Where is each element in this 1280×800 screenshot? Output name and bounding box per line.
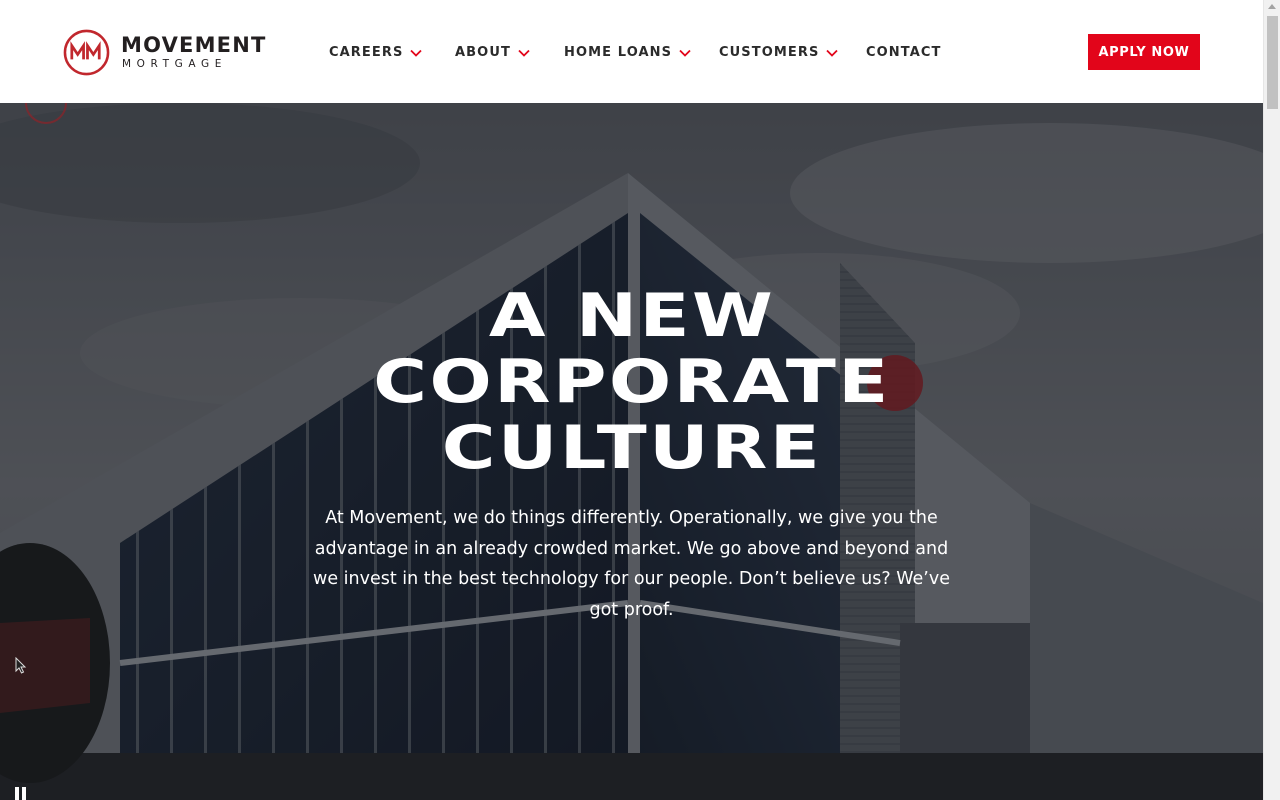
hero-section: A NEW CORPORATE CULTURE At Movement, we … <box>0 103 1263 800</box>
scroll-up-arrow-icon[interactable] <box>1268 4 1276 9</box>
faded-logo-icon <box>25 103 67 124</box>
nav-item-contact[interactable]: CONTACT <box>866 44 942 62</box>
nav-item-customers[interactable]: CUSTOMERS <box>719 44 839 62</box>
scroll-thumb[interactable] <box>1267 16 1278 109</box>
hero-title: A NEW CORPORATE CULTURE <box>266 283 998 481</box>
chevron-down-icon <box>679 49 691 57</box>
logo-name: MOVEMENT <box>121 32 267 57</box>
chevron-down-icon <box>410 49 423 57</box>
hero-content: A NEW CORPORATE CULTURE At Movement, we … <box>0 283 1263 625</box>
mm-logo-icon <box>63 29 110 75</box>
site-header: MOVEMENT MORTGAGE CAREERS ABOUT HOME LOA… <box>0 0 1263 103</box>
nav-item-about[interactable]: ABOUT <box>455 44 530 62</box>
logo-subtitle: MORTGAGE <box>122 57 227 70</box>
chevron-down-icon <box>518 49 530 57</box>
nav-label-customers: CUSTOMERS <box>719 45 820 60</box>
nav-label-careers: CAREERS <box>329 45 404 60</box>
apply-now-button[interactable]: APPLY NOW <box>1088 34 1200 70</box>
nav-label-contact: CONTACT <box>866 45 942 60</box>
mouse-cursor-icon <box>15 657 27 674</box>
nav-label-about: ABOUT <box>455 45 511 60</box>
movement-mortgage-logo[interactable]: MOVEMENT MORTGAGE <box>63 28 273 76</box>
nav-item-home-loans[interactable]: HOME LOANS <box>564 44 691 62</box>
chevron-down-icon <box>826 49 839 57</box>
nav-label-home-loans: HOME LOANS <box>564 45 673 60</box>
page-scrollbar[interactable] <box>1263 0 1280 800</box>
pause-icon[interactable] <box>14 785 28 800</box>
page: MOVEMENT MORTGAGE CAREERS ABOUT HOME LOA… <box>0 0 1263 800</box>
hero-title-line: A NEW <box>488 281 775 351</box>
hero-title-line: CULTURE <box>441 413 822 483</box>
nav-item-careers[interactable]: CAREERS <box>329 44 423 62</box>
logo-wordmark: MOVEMENT MORTGAGE <box>121 34 267 71</box>
hero-description: At Movement, we do things differently. O… <box>313 508 950 620</box>
hero-title-line: CORPORATE <box>372 347 891 417</box>
